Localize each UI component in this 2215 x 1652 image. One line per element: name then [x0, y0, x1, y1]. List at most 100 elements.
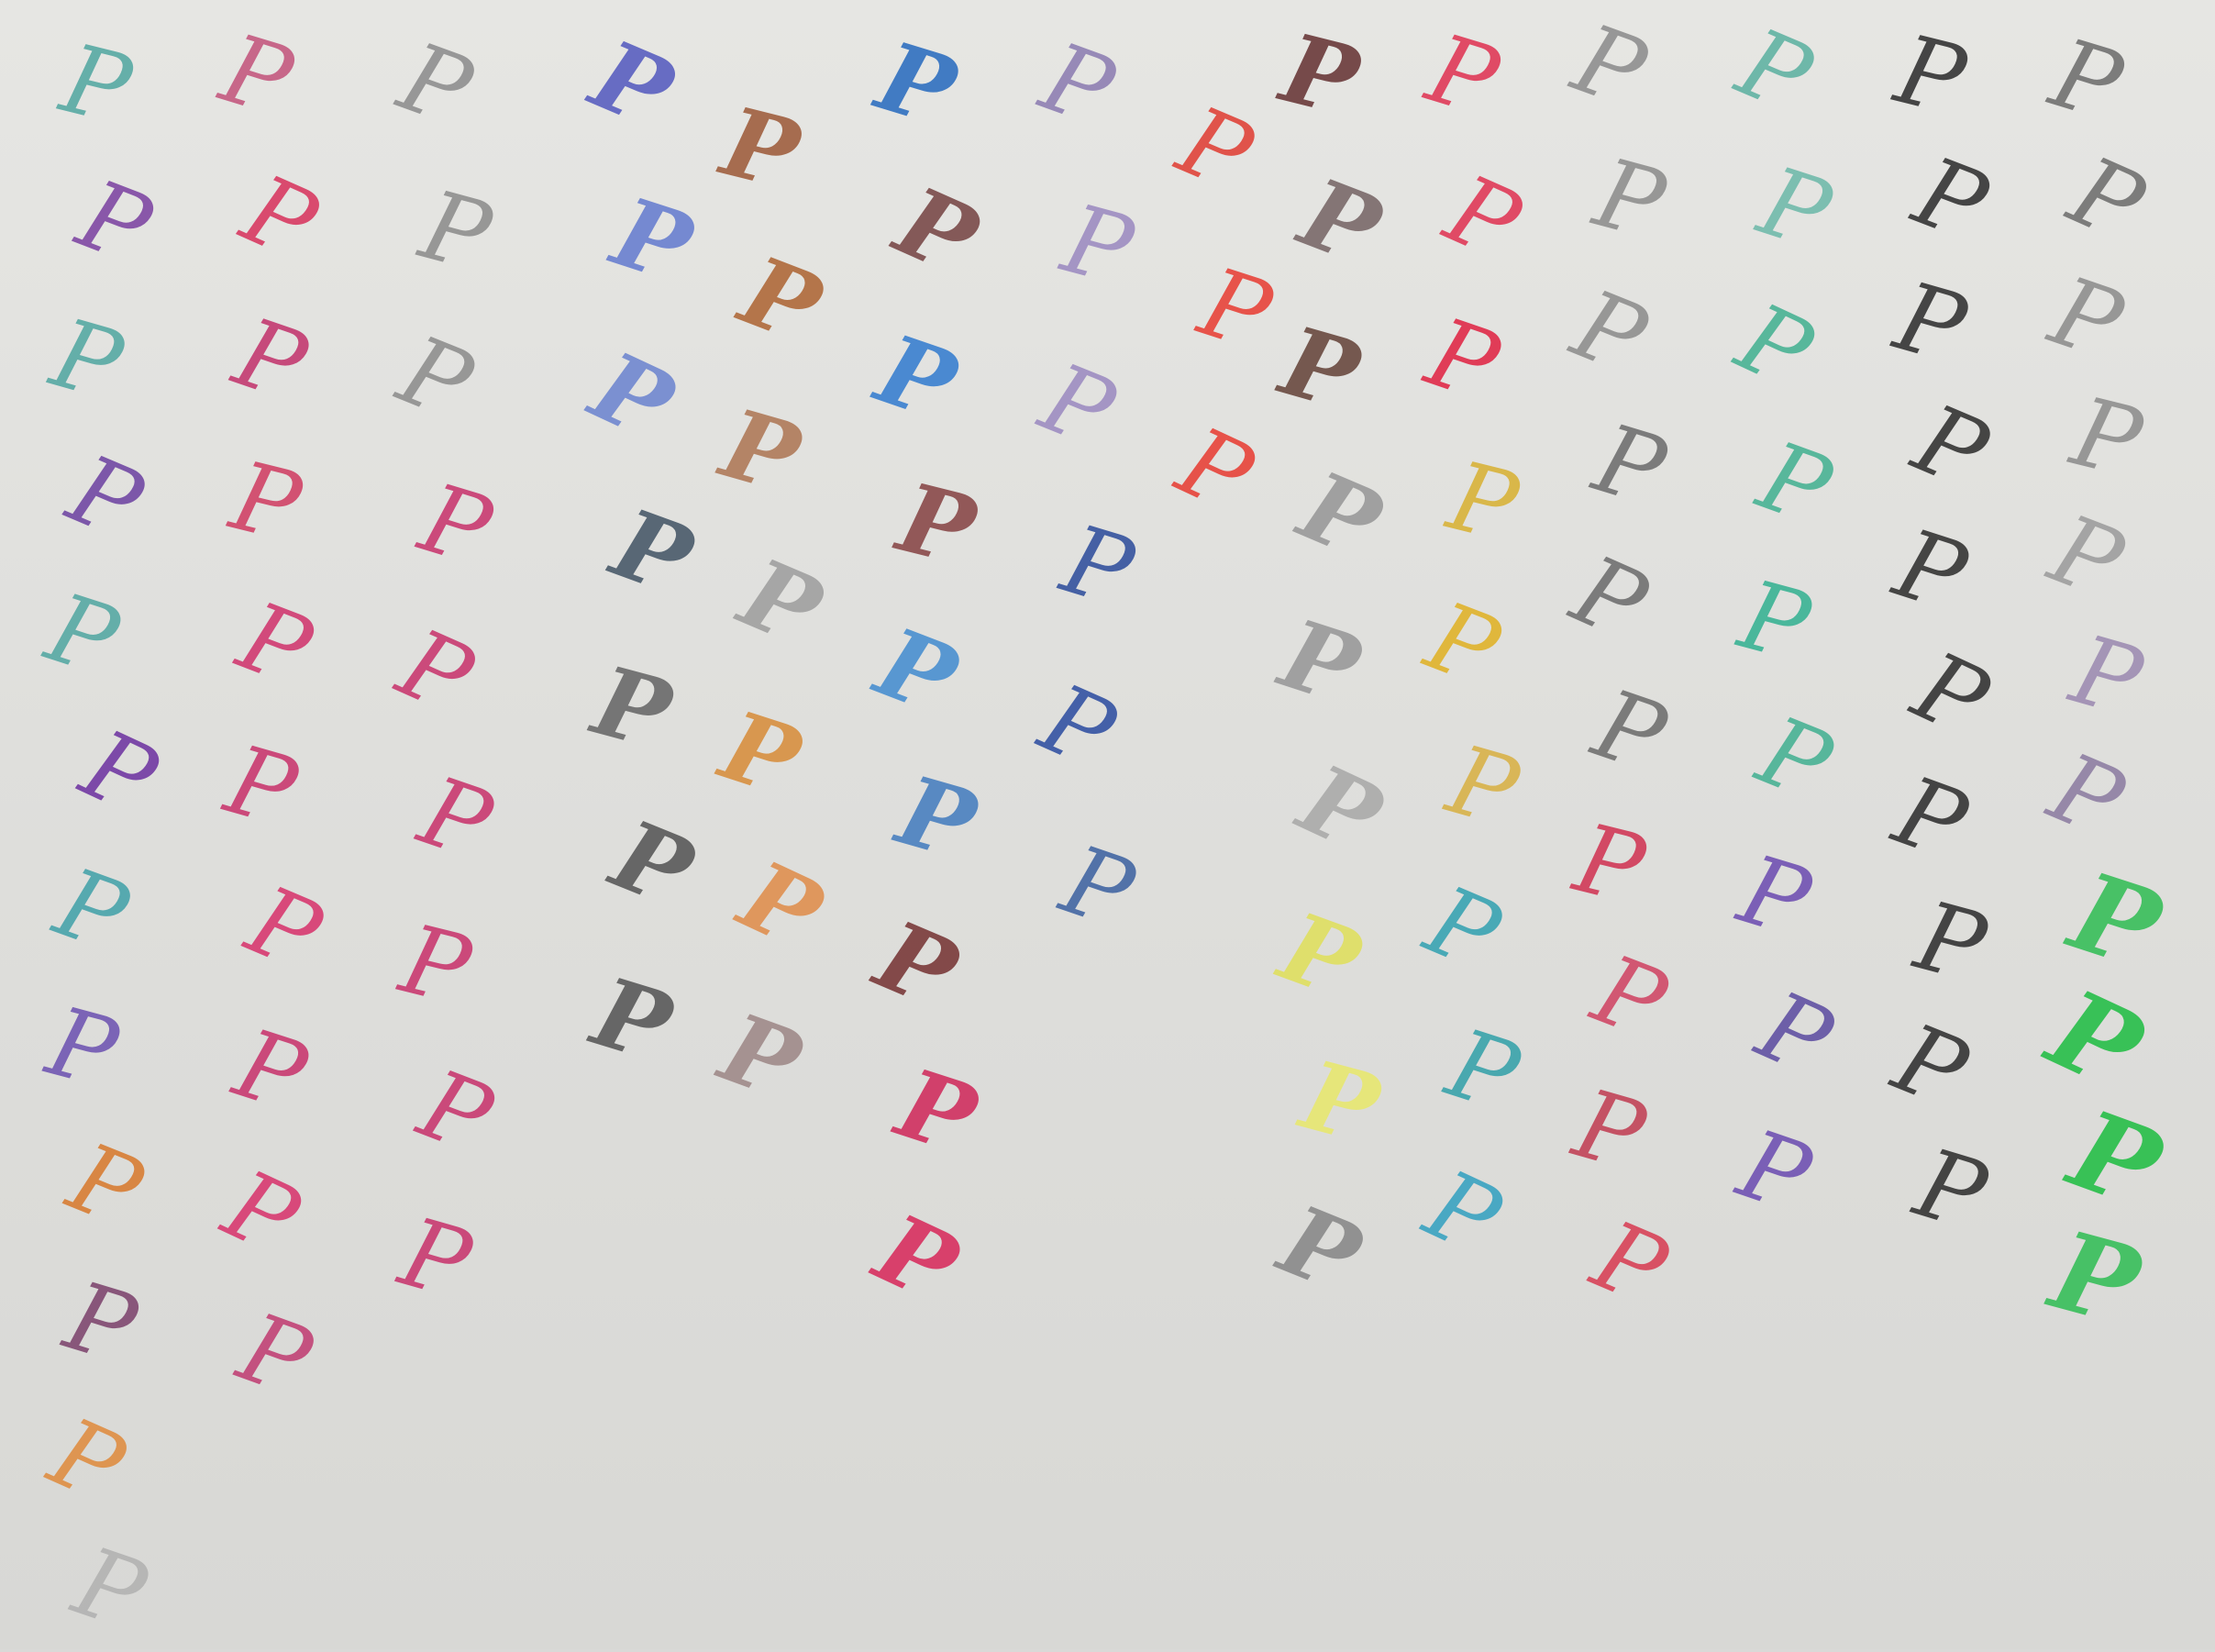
handwritten-letter-p: P	[710, 386, 811, 516]
handwritten-letter-p: P	[1560, 2, 1659, 130]
handwritten-letter-p: P	[34, 571, 131, 698]
handwritten-letter-p: P	[389, 1195, 482, 1322]
handwritten-letter-p: P	[2055, 1085, 2176, 1234]
handwritten-letter-p: P	[577, 17, 688, 150]
handwritten-letter-p: P	[2031, 964, 2160, 1115]
handwritten-letter-p: P	[1415, 12, 1511, 139]
handwritten-letter-p: P	[861, 898, 972, 1031]
handwritten-letter-p: P	[1579, 933, 1680, 1061]
handwritten-letter-p: P	[1578, 1199, 1682, 1327]
handwritten-letter-p: P	[725, 536, 836, 669]
handwritten-letter-p: P	[66, 707, 172, 837]
handwritten-letter-p: P	[1434, 1007, 1532, 1134]
handwritten-letter-p: P	[1557, 534, 1662, 662]
handwritten-letter-p: P	[1049, 823, 1146, 951]
handwritten-letter-p: P	[1050, 503, 1146, 629]
handwritten-letter-p: P	[707, 991, 814, 1122]
handwritten-letter-p: P	[1052, 183, 1144, 307]
handwritten-letter-p: P	[575, 329, 689, 462]
handwritten-letter-p: P	[1267, 890, 1374, 1021]
handwritten-letter-p: P	[1900, 135, 2001, 263]
handwritten-letter-p: P	[51, 22, 141, 147]
handwritten-letter-p: P	[1283, 742, 1397, 875]
handwritten-letter-p: P	[885, 1046, 989, 1177]
handwritten-letter-p: P	[1743, 970, 1847, 1098]
handwritten-letter-p: P	[582, 643, 681, 772]
handwritten-letter-p: P	[712, 84, 810, 212]
handwritten-letter-p: P	[1438, 439, 1528, 564]
handwritten-letter-p: P	[407, 754, 504, 882]
handwritten-letter-p: P	[1028, 20, 1127, 149]
handwritten-letter-p: P	[1162, 405, 1268, 535]
handwritten-letter-p: P	[1285, 449, 1396, 582]
handwritten-letter-p: P	[601, 174, 704, 305]
handwritten-letter-p: P	[2039, 1205, 2152, 1351]
paper-sheet: PPPPPPPPPPPPPPPPPPPPPPPPPPPPPPPPPPPPPPPP…	[0, 0, 2215, 1652]
handwritten-letter-p: P	[384, 314, 487, 442]
handwritten-letter-p: P	[1268, 596, 1372, 727]
handwritten-letter-p: P	[2034, 731, 2139, 859]
handwritten-letter-p: P	[391, 903, 481, 1027]
handwritten-letter-p: P	[1410, 1148, 1516, 1278]
handwritten-letter-p: P	[37, 985, 128, 1110]
handwritten-letter-p: P	[1026, 341, 1129, 470]
handwritten-letter-p: P	[1898, 629, 2004, 759]
handwritten-letter-p: P	[709, 688, 813, 819]
handwritten-letter-p: P	[225, 580, 326, 708]
handwritten-letter-p: P	[1271, 11, 1369, 139]
handwritten-letter-p: P	[1727, 833, 1822, 959]
handwritten-letter-p: P	[1414, 295, 1512, 424]
handwritten-letter-p: P	[1881, 754, 1980, 882]
handwritten-letter-p: P	[1744, 694, 1846, 823]
handwritten-letter-p: P	[1746, 145, 1844, 272]
handwritten-letter-p: P	[1879, 1002, 1982, 1130]
handwritten-letter-p: P	[222, 295, 319, 424]
handwritten-letter-p: P	[1729, 559, 1821, 683]
handwritten-letter-p: P	[226, 1291, 325, 1419]
handwritten-letter-p: P	[2060, 613, 2154, 739]
handwritten-letter-p: P	[1886, 13, 1976, 138]
handwritten-letter-p: P	[2054, 135, 2159, 263]
handwritten-letter-p: P	[865, 19, 968, 149]
handwritten-letter-p: P	[1563, 1067, 1656, 1193]
handwritten-letter-p: P	[54, 1121, 157, 1249]
handwritten-letter-p: P	[2039, 17, 2134, 143]
handwritten-letter-p: P	[2056, 847, 2175, 994]
handwritten-letter-p: P	[1412, 580, 1513, 708]
handwritten-letter-p: P	[726, 234, 835, 365]
handwritten-letter-p: P	[53, 1259, 149, 1386]
handwritten-letter-p: P	[581, 955, 683, 1084]
handwritten-letter-p: P	[1025, 662, 1130, 791]
handwritten-letter-p: P	[1565, 802, 1655, 926]
handwritten-letter-p: P	[862, 605, 970, 737]
handwritten-letter-p: P	[1745, 419, 1844, 548]
handwritten-letter-p: P	[227, 153, 332, 282]
handwritten-letter-p: P	[1584, 137, 1676, 261]
handwritten-letter-p: P	[64, 158, 165, 286]
handwritten-letter-grid: PPPPPPPPPPPPPPPPPPPPPPPPPPPPPPPPPPPPPPPP…	[0, 0, 2215, 1652]
handwritten-letter-p: P	[222, 1007, 319, 1134]
handwritten-letter-p: P	[35, 1396, 139, 1524]
handwritten-letter-p: P	[53, 433, 158, 561]
handwritten-letter-p: P	[1882, 507, 1979, 634]
handwritten-letter-p: P	[42, 846, 141, 974]
handwritten-letter-p: P	[886, 753, 987, 882]
handwritten-letter-p: P	[215, 723, 308, 849]
handwritten-letter-p: P	[1290, 1037, 1390, 1167]
handwritten-letter-p: P	[1581, 667, 1678, 795]
handwritten-letter-p: P	[221, 439, 311, 564]
handwritten-letter-p: P	[1899, 383, 2003, 511]
handwritten-letter-p: P	[859, 1192, 973, 1325]
handwritten-letter-p: P	[1582, 402, 1678, 528]
handwritten-letter-p: P	[232, 864, 337, 992]
handwritten-letter-p: P	[1905, 880, 1997, 1004]
handwritten-letter-p: P	[1903, 1126, 1999, 1253]
handwritten-letter-p: P	[1558, 268, 1661, 396]
handwritten-letter-p: P	[1722, 281, 1828, 411]
handwritten-letter-p: P	[1269, 304, 1370, 433]
handwritten-letter-p: P	[1411, 864, 1515, 992]
handwritten-letter-p: P	[599, 486, 706, 617]
handwritten-letter-p: P	[410, 169, 502, 294]
handwritten-letter-p: P	[1436, 723, 1530, 849]
handwritten-letter-p: P	[888, 460, 986, 588]
